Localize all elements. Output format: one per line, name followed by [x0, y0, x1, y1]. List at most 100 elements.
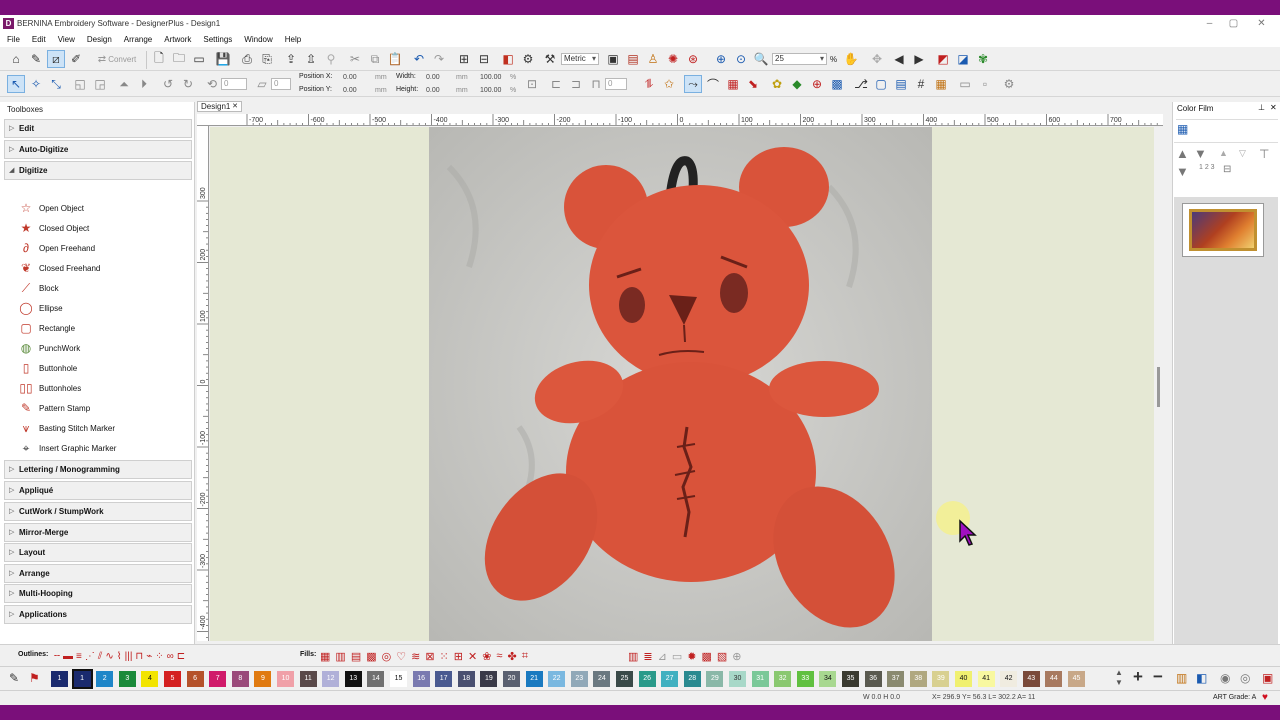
color-swatch[interactable]: 16	[412, 671, 430, 687]
zoom-fit-icon[interactable]: ⊙	[732, 50, 750, 68]
color-swatch[interactable]: 33	[796, 671, 814, 687]
section-digitize[interactable]: ◢ Digitize	[4, 161, 192, 180]
move-up-icon[interactable]: ▲	[1176, 146, 1189, 161]
skew-input[interactable]: 0	[271, 78, 291, 90]
group-icon[interactable]: ◱	[71, 75, 89, 93]
color-swatch[interactable]: 12	[322, 671, 340, 687]
frame-icon[interactable]: ▭	[956, 75, 974, 93]
color-swatch[interactable]: 2	[96, 671, 114, 687]
height-value[interactable]: 0.00	[426, 87, 440, 94]
rotate-angle-input[interactable]: 0	[221, 78, 247, 90]
knife-icon[interactable]: ⌒	[704, 75, 722, 93]
net-fill-icon[interactable]: ⌗	[522, 650, 528, 663]
tool-pattern-stamp[interactable]: ✎ Pattern Stamp	[18, 399, 90, 417]
star-icon[interactable]: ✩	[660, 75, 678, 93]
blackwork-icon[interactable]: ⊏	[177, 651, 185, 662]
color-swatch[interactable]: 30	[729, 671, 746, 687]
color-swatch[interactable]: 24	[593, 671, 611, 687]
tool-punchwork[interactable]: ◍ PunchWork	[18, 339, 80, 357]
section-mirror-merge[interactable]: ▷ Mirror-Merge	[4, 523, 192, 542]
zoom-box-icon[interactable]: ⊕	[712, 50, 730, 68]
menu-artwork[interactable]: Artwork	[164, 35, 191, 44]
edit-mode-icon[interactable]: ✎	[27, 50, 45, 68]
ungroup-icon[interactable]: ◲	[91, 75, 109, 93]
color-swatch[interactable]: 40	[955, 671, 972, 687]
redo-icon[interactable]: ↷	[430, 50, 448, 68]
color-swatch[interactable]: 13	[344, 671, 362, 687]
sequence-numbers[interactable]: 1 2 3	[1199, 164, 1215, 171]
design-canvas[interactable]	[210, 127, 1154, 641]
stemstitch-icon[interactable]: ⋰	[85, 651, 95, 662]
e-stitch-icon[interactable]: ⊓	[135, 651, 143, 662]
section-arrange[interactable]: ▷ Arrange	[4, 564, 192, 583]
move-down-icon[interactable]: ▼	[1194, 146, 1207, 161]
stitch-angle-icon[interactable]: ⊕	[808, 75, 826, 93]
gradient-icon[interactable]: ⊿	[658, 650, 667, 663]
pan-hand-icon[interactable]: ✋	[842, 50, 860, 68]
close-panel-icon[interactable]: ✕	[1270, 103, 1277, 112]
tool-closed-object[interactable]: ★ Closed Object	[18, 219, 90, 237]
send-machine-icon[interactable]: ⇫	[302, 50, 320, 68]
color-swatch[interactable]: 42	[1000, 671, 1018, 687]
paste-icon[interactable]: 📋	[386, 50, 404, 68]
color-swatch[interactable]: 32	[774, 671, 792, 687]
open-folder-icon[interactable]: 🗀	[170, 50, 188, 68]
wave-fill-icon[interactable]: ≈	[496, 650, 502, 662]
node-edit-icon[interactable]: ⤳	[684, 75, 702, 93]
stitch-count-icon[interactable]: ⊓	[587, 75, 605, 93]
close-window-button[interactable]: ✕	[1248, 15, 1275, 32]
tool-buttonhole[interactable]: ▯ Buttonhole	[18, 359, 78, 377]
polygon-select-icon[interactable]: ⤡	[47, 75, 65, 93]
zigzag-icon[interactable]: ⌁	[146, 651, 152, 662]
section-cutwork[interactable]: ▷ CutWork / StumpWork	[4, 502, 192, 521]
stipple-fill-icon[interactable]: ⁙	[440, 650, 449, 663]
color-swatch[interactable]: 11	[299, 671, 317, 687]
section-auto-digitize[interactable]: ▷ Auto-Digitize	[4, 140, 192, 159]
cut-icon[interactable]: ✂	[346, 50, 364, 68]
mirror-vertical-icon[interactable]: ⏵	[135, 75, 153, 93]
section-applique[interactable]: ▷ Appliqué	[4, 481, 192, 500]
tatami-fill-icon[interactable]: ▦	[320, 650, 330, 663]
mirror-horizontal-icon[interactable]: ⏶	[115, 75, 133, 93]
menu-window[interactable]: Window	[244, 35, 272, 44]
color-fill-icon[interactable]: ⚑	[29, 671, 40, 685]
add-color-icon[interactable]: +	[1133, 667, 1143, 687]
color-wheel-icon[interactable]: ◧	[1196, 671, 1207, 685]
tool-open-object[interactable]: ☆ Open Object	[18, 199, 84, 217]
palette-scroll-up-icon[interactable]: ▲	[1115, 668, 1123, 677]
lock-proportions-icon[interactable]: ⊡	[523, 75, 541, 93]
color-swatch[interactable]: 19	[480, 671, 498, 687]
color-swatch[interactable]: 8	[231, 671, 249, 687]
color-swatch[interactable]: 44	[1045, 671, 1063, 687]
fill-pattern-icon[interactable]: ▦	[724, 75, 742, 93]
blanket-icon[interactable]: ∿	[105, 651, 113, 662]
color-swatch[interactable]: 17	[435, 671, 453, 687]
hoop-icon[interactable]: ⚲	[322, 50, 340, 68]
section-lettering[interactable]: ▷ Lettering / Monogramming	[4, 460, 192, 479]
pattern-fill-icon[interactable]: ▩	[366, 650, 376, 663]
menu-settings[interactable]: Settings	[203, 35, 232, 44]
color-swatch[interactable]: 43	[1022, 671, 1040, 687]
color-swatch[interactable]: 9	[254, 671, 272, 687]
tool-block[interactable]: ⟋ Block	[18, 279, 59, 297]
vertical-scrollbar[interactable]	[1154, 127, 1163, 641]
color-swatch[interactable]: 25	[616, 671, 633, 687]
color-swatch[interactable]: 28	[683, 671, 701, 687]
double-satin-icon[interactable]: |||	[125, 651, 133, 662]
sequence-icon[interactable]: ◪	[954, 50, 972, 68]
object-properties-icon[interactable]: ◩	[934, 50, 952, 68]
color-swatch[interactable]: 27	[661, 671, 679, 687]
color-swatch[interactable]: 7	[209, 671, 227, 687]
move-top-icon[interactable]: ⊤	[1259, 147, 1269, 161]
open-design-icon[interactable]: ▭	[190, 50, 208, 68]
heart-fill-icon[interactable]: ♡	[396, 650, 406, 663]
color-icon[interactable]: ◧	[499, 50, 517, 68]
pin-icon[interactable]: ⊥	[1258, 103, 1265, 112]
section-applications[interactable]: ▷ Applications	[4, 605, 192, 624]
color-swatch[interactable]: 38	[909, 671, 927, 687]
grid-icon[interactable]: #	[912, 75, 930, 93]
background-icon[interactable]: ▫	[976, 75, 994, 93]
spiral-fill-icon[interactable]: ❀	[482, 650, 491, 663]
tab-design1[interactable]: Design1 ✕	[197, 101, 242, 112]
sequence-down-icon[interactable]: ▼	[1176, 164, 1189, 179]
